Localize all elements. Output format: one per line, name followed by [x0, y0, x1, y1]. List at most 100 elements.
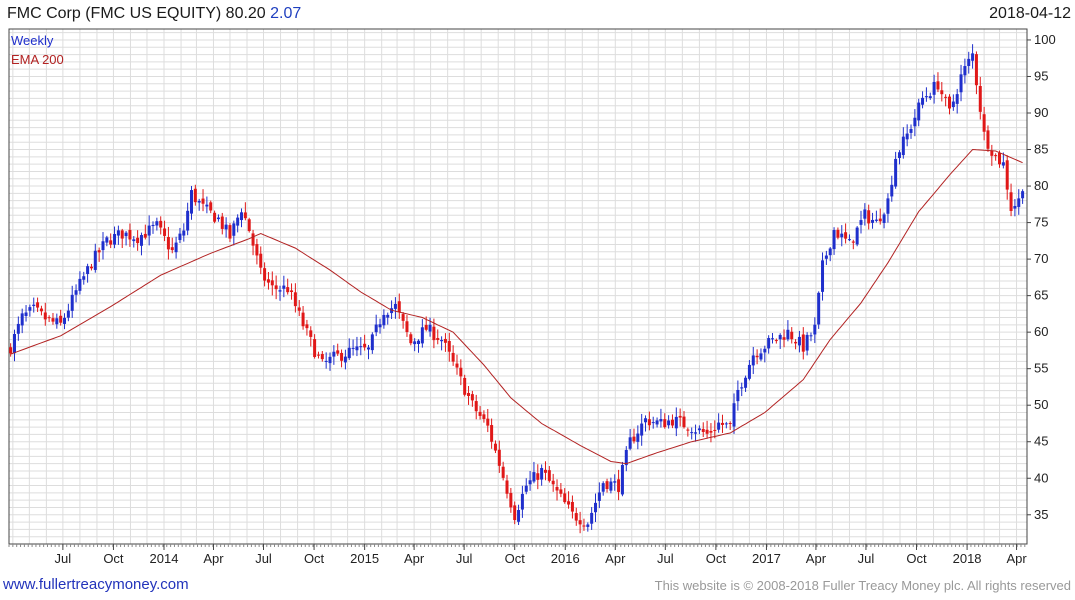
candle-down [89, 266, 93, 269]
legend-weekly: Weekly [11, 33, 54, 48]
candle-up [863, 209, 867, 219]
candle-up [817, 292, 821, 325]
candle-up [897, 152, 901, 158]
candle-up [882, 214, 886, 223]
candle-up [651, 422, 655, 424]
candle-down [543, 469, 547, 473]
x-tick-label: Apr [203, 551, 224, 566]
candle-down [678, 415, 682, 418]
candle-up [517, 510, 521, 522]
candle-up [736, 389, 740, 402]
candle-down [563, 493, 567, 503]
candle-down [582, 525, 586, 527]
candle-up [20, 313, 24, 326]
candle-down [663, 419, 667, 428]
candle-up [440, 339, 444, 342]
candle-up [343, 356, 347, 363]
candle-up [932, 81, 936, 95]
candle-down [463, 377, 467, 395]
x-tick-label: Oct [906, 551, 927, 566]
candle-down [605, 481, 609, 490]
candle-down [243, 212, 247, 219]
candle-down [974, 54, 978, 86]
x-tick-label: 2016 [551, 551, 580, 566]
candle-up [428, 324, 432, 332]
candle-up [813, 324, 817, 335]
candle-up [282, 285, 286, 289]
candle-up [378, 324, 382, 328]
candle-down [193, 188, 197, 203]
candle-down [163, 228, 167, 236]
candle-up [113, 234, 117, 245]
x-tick-label: Jul [858, 551, 875, 566]
candle-up [744, 377, 748, 388]
candle-up [636, 433, 640, 442]
candle-up [921, 97, 925, 105]
candle-down [998, 152, 1002, 165]
candle-up [347, 347, 351, 359]
candle-down [297, 307, 301, 311]
candle-down [270, 280, 274, 286]
candle-up [12, 334, 16, 354]
candle-up [393, 303, 397, 309]
candle-up [66, 310, 70, 318]
candle-down [220, 216, 224, 229]
candle-up [859, 220, 863, 225]
candle-up [824, 255, 828, 259]
candle-up [24, 312, 28, 316]
candle-down [266, 279, 270, 283]
candle-down [286, 287, 290, 293]
candle-down [567, 501, 571, 505]
x-tick-label: Apr [806, 551, 827, 566]
candle-up [955, 94, 959, 104]
candle-up [913, 117, 917, 127]
candle-down [159, 220, 163, 228]
candle-up [205, 204, 209, 207]
x-tick-label: Jul [456, 551, 473, 566]
candle-down [509, 492, 513, 508]
y-tick-label: 40 [1034, 470, 1048, 485]
candle-down [755, 355, 759, 358]
candle-down [259, 253, 263, 268]
candle-down [790, 331, 794, 340]
candle-down [555, 486, 559, 491]
candle-up [232, 223, 236, 236]
candle-down [316, 354, 320, 356]
candle-up [532, 472, 536, 482]
candle-up [840, 233, 844, 238]
x-tick-label: 2015 [350, 551, 379, 566]
candle-down [944, 96, 948, 98]
candle-up [601, 483, 605, 492]
candle-up [928, 96, 932, 99]
candle-down [720, 422, 724, 425]
y-tick-label: 85 [1034, 142, 1048, 157]
candle-up [747, 364, 751, 379]
candle-down [940, 90, 944, 95]
y-tick-label: 65 [1034, 288, 1048, 303]
candle-up [420, 327, 424, 344]
candle-up [763, 348, 767, 353]
candle-up [236, 217, 240, 226]
y-tick-label: 55 [1034, 361, 1048, 376]
candle-up [324, 360, 328, 362]
x-tick-label: 2017 [752, 551, 781, 566]
site-link[interactable]: www.fullertreacymoney.com [3, 576, 189, 593]
candle-down [836, 229, 840, 238]
candle-down [136, 237, 140, 244]
candle-up [370, 334, 374, 351]
candle-down [501, 466, 505, 478]
candle-up [101, 241, 105, 251]
candle-down [978, 86, 982, 112]
y-tick-label: 50 [1034, 397, 1048, 412]
candle-up [86, 266, 90, 275]
y-tick-label: 75 [1034, 215, 1048, 230]
candle-down [713, 429, 717, 431]
candle-down [51, 318, 55, 322]
candle-up [70, 294, 74, 311]
candle-up [1021, 191, 1025, 199]
x-tick-label: Oct [706, 551, 727, 566]
candle-up [690, 432, 694, 434]
candle-up [524, 485, 528, 492]
candle-down [143, 233, 147, 238]
candle-down [782, 337, 786, 340]
